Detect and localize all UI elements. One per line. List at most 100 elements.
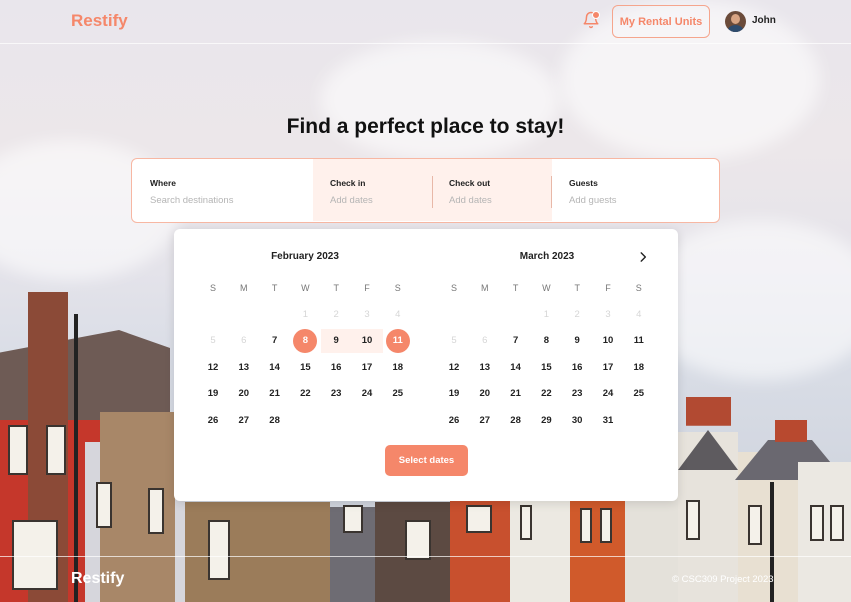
weekday-label: M	[481, 283, 489, 293]
calendar-day[interactable]: 19	[201, 382, 225, 406]
calendar-day[interactable]: 16	[324, 356, 348, 380]
calendar-day: 1	[302, 308, 309, 320]
guests-placeholder[interactable]: Add guests	[569, 195, 617, 206]
calendar-day[interactable]: 21	[263, 382, 287, 406]
check-out-field[interactable]: Check out Add dates	[432, 159, 552, 221]
weekday-label: T	[574, 283, 580, 293]
calendar-day[interactable]: 10	[596, 329, 620, 353]
month-title-february: February 2023	[271, 251, 339, 262]
check-out-label: Check out	[449, 178, 491, 188]
check-in-label: Check in	[330, 178, 366, 188]
calendar-day[interactable]: 18	[386, 356, 410, 380]
calendar-day[interactable]: 21	[504, 382, 528, 406]
calendar-day: 4	[395, 308, 401, 320]
weekday-label: S	[394, 283, 401, 293]
calendar-day[interactable]: 9	[320, 329, 352, 354]
weekday-label: S	[450, 283, 457, 293]
page-title: Find a perfect place to stay!	[286, 115, 565, 138]
top-nav: Restify My Rental Units John	[0, 0, 851, 44]
calendar-day[interactable]: 13	[232, 356, 256, 380]
notification-badge	[592, 11, 600, 19]
select-dates-button[interactable]: Select dates	[385, 445, 468, 476]
calendar-day[interactable]: 24	[596, 382, 620, 406]
calendar-day[interactable]: 20	[473, 382, 497, 406]
calendar-day: 3	[605, 308, 611, 320]
user-name[interactable]: John	[752, 15, 776, 26]
calendar-day[interactable]: 17	[596, 356, 620, 380]
calendar-day: 5	[210, 335, 216, 347]
guests-label: Guests	[569, 178, 598, 188]
calendar-day[interactable]: 20	[232, 382, 256, 406]
weekday-label: W	[542, 283, 551, 293]
calendar-day[interactable]: 19	[442, 382, 466, 406]
calendar-day: 2	[574, 308, 580, 320]
where-placeholder[interactable]: Search destinations	[150, 195, 233, 206]
calendar-day[interactable]: 26	[201, 409, 225, 433]
calendar-day[interactable]: 15	[293, 356, 317, 380]
calendar-day: 4	[636, 308, 642, 320]
weekday-label: M	[240, 283, 248, 293]
calendar-day[interactable]: 7	[263, 329, 287, 353]
calendar-day[interactable]: 30	[565, 409, 589, 433]
footer-divider	[0, 556, 851, 557]
calendar-day[interactable]: 13	[473, 356, 497, 380]
search-bar: Where Search destinations Check in Add d…	[131, 158, 720, 223]
calendar-day[interactable]: 22	[293, 382, 317, 406]
calendar-day[interactable]: 17	[355, 356, 379, 380]
calendar-day: 3	[364, 308, 370, 320]
weekday-label: T	[333, 283, 339, 293]
weekday-label: F	[605, 283, 611, 293]
calendar-day[interactable]: 14	[504, 356, 528, 380]
calendar-day[interactable]: 31	[596, 409, 620, 433]
calendar-day[interactable]: 8	[293, 329, 318, 354]
calendar-day[interactable]: 8	[534, 329, 558, 353]
calendar-day[interactable]: 24	[355, 382, 379, 406]
weekday-label: T	[271, 283, 278, 293]
calendar-day[interactable]: 26	[442, 409, 466, 433]
calendar-day: 6	[482, 335, 488, 347]
where-field[interactable]: Where Search destinations	[132, 159, 313, 221]
weekday-label: S	[635, 283, 642, 293]
calendar-day[interactable]: 10	[351, 329, 383, 354]
weekday-label: F	[364, 283, 370, 293]
footer-copyright: © CSC309 Project 2023	[672, 574, 774, 585]
avatar[interactable]	[725, 11, 746, 32]
calendar-day: 1	[543, 308, 550, 320]
calendar-day[interactable]: 28	[504, 409, 528, 433]
guests-field[interactable]: Guests Add guests	[552, 159, 719, 221]
calendar-day[interactable]: 22	[534, 382, 558, 406]
calendar-day[interactable]: 27	[473, 409, 497, 433]
calendar-day: 6	[241, 335, 247, 347]
brand-logo[interactable]: Restify	[71, 11, 128, 31]
calendar-day[interactable]: 15	[534, 356, 558, 380]
calendar-day[interactable]: 7	[504, 329, 528, 353]
calendar-day[interactable]: 12	[442, 356, 466, 380]
calendar-day[interactable]: 28	[263, 409, 287, 433]
calendar-day[interactable]: 9	[565, 329, 589, 353]
weekday-label: T	[512, 283, 519, 293]
calendar-day[interactable]: 23	[324, 382, 348, 406]
chevron-right-icon[interactable]	[636, 249, 650, 265]
calendar-day[interactable]: 25	[386, 382, 410, 406]
weekday-label: W	[301, 283, 310, 293]
where-label: Where	[150, 178, 176, 188]
calendar-day[interactable]: 23	[565, 382, 589, 406]
month-title-march: March 2023	[519, 251, 575, 262]
calendar-day[interactable]: 16	[565, 356, 589, 380]
check-out-placeholder[interactable]: Add dates	[449, 195, 492, 206]
date-picker: February 2023 March 2023 SMTWTFS12345678…	[174, 229, 678, 501]
calendar-day[interactable]: 25	[627, 382, 651, 406]
weekday-label: S	[209, 283, 216, 293]
calendar-day[interactable]: 29	[534, 409, 558, 433]
calendar-day: 5	[451, 335, 457, 347]
calendar-day[interactable]: 11	[385, 329, 410, 354]
calendar-day[interactable]: 11	[627, 329, 651, 353]
calendar-day[interactable]: 12	[201, 356, 225, 380]
calendar-day[interactable]: 18	[627, 356, 651, 380]
footer-logo[interactable]: Restify	[71, 570, 124, 588]
calendar-day: 2	[333, 308, 339, 320]
my-rental-units-button[interactable]: My Rental Units	[612, 5, 710, 38]
check-in-placeholder[interactable]: Add dates	[330, 195, 373, 206]
calendar-day[interactable]: 27	[232, 409, 256, 433]
calendar-day[interactable]: 14	[263, 356, 287, 380]
